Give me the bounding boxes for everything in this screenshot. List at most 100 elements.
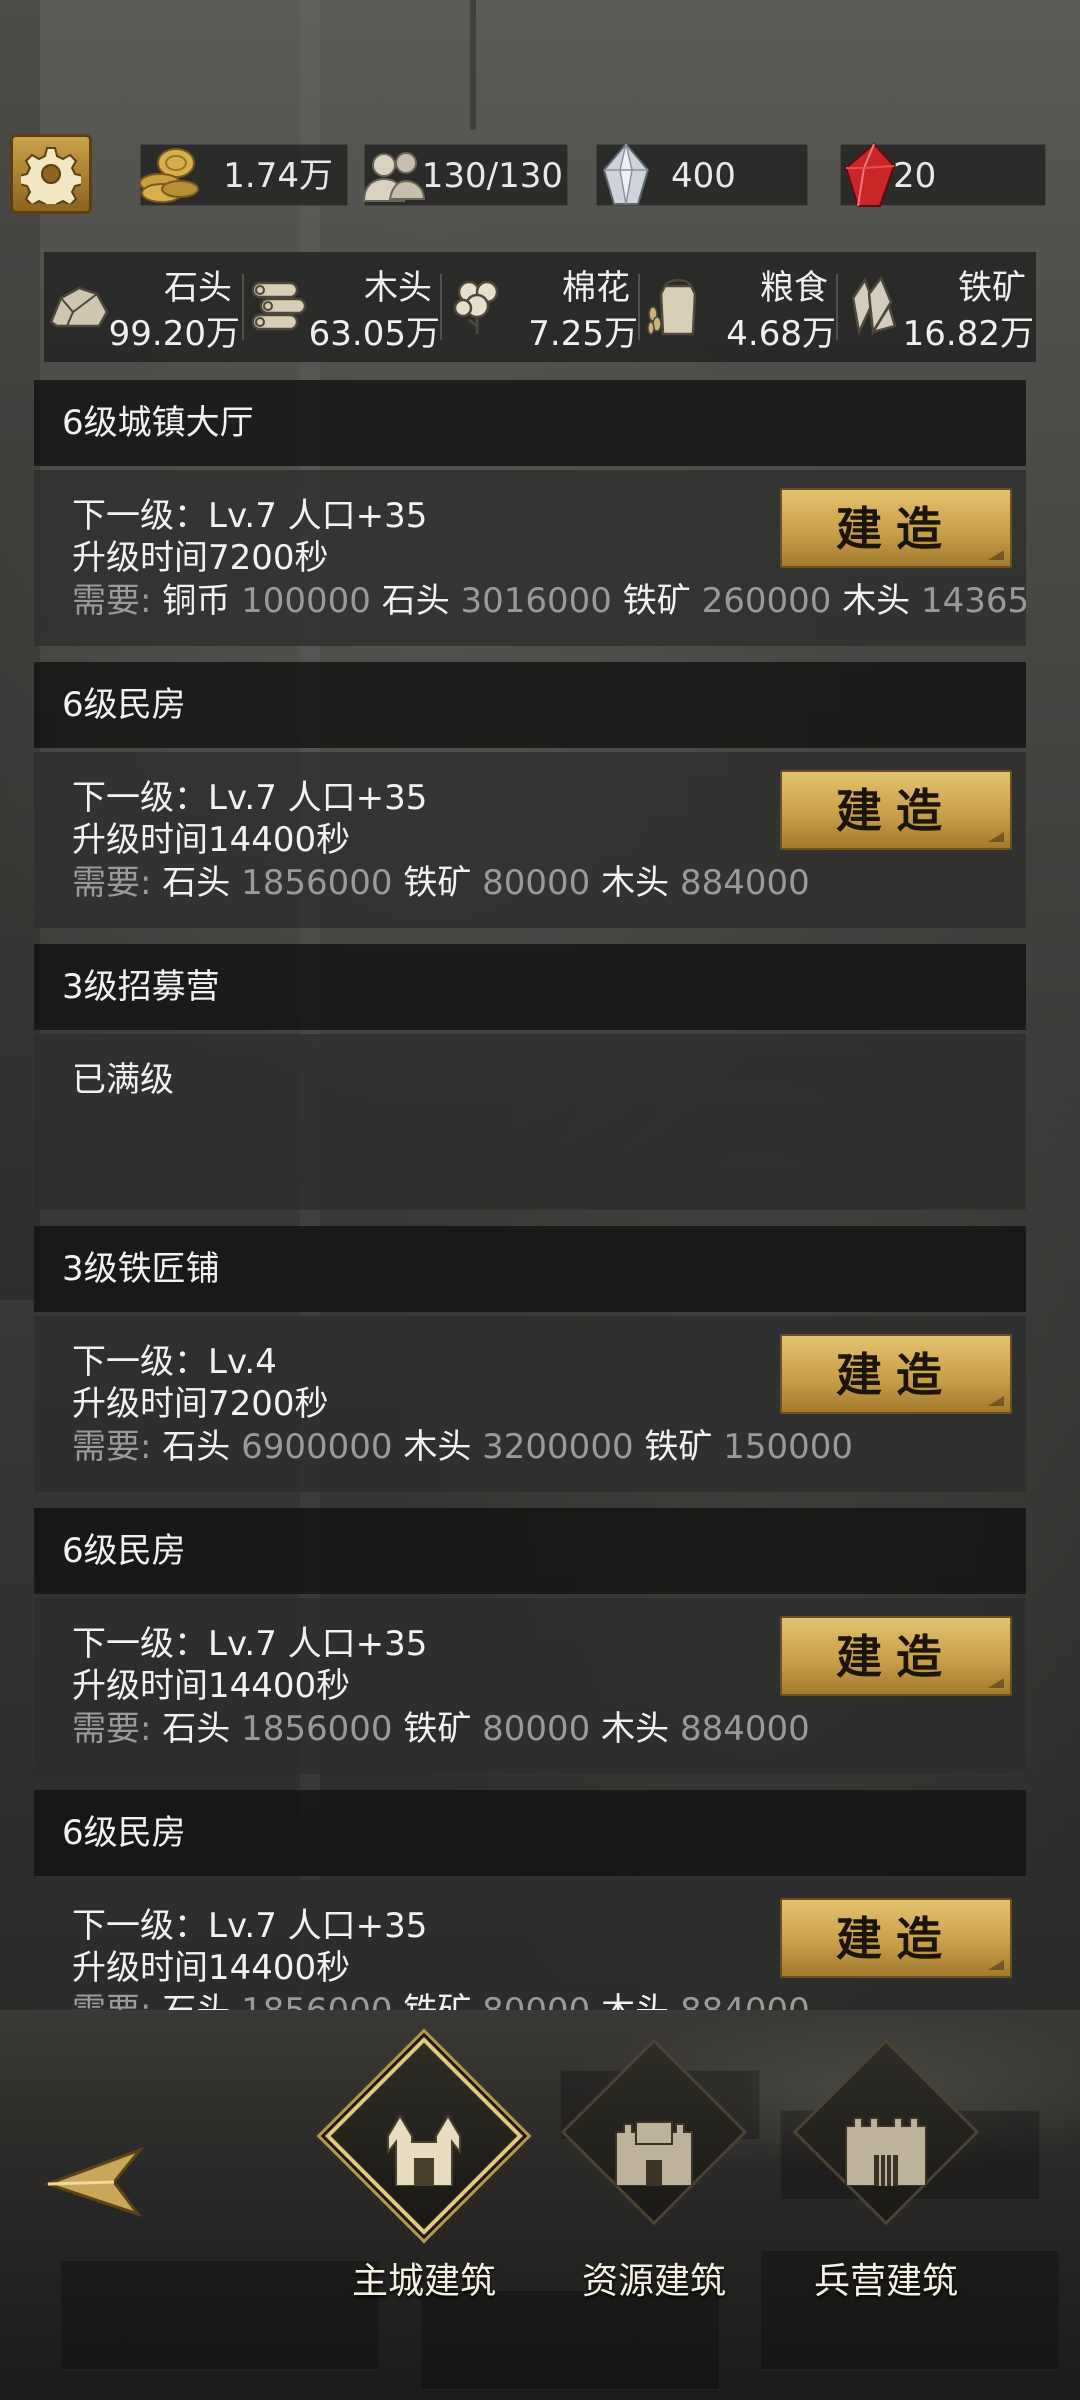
build-button[interactable]: 建造 <box>780 1616 1012 1696</box>
building-card: 6级城镇大厅 下一级：Lv.7 人口+35 升级时间7200秒 需要: 铜币 1… <box>34 380 1026 646</box>
requirements-label: 需要: <box>72 863 152 903</box>
resource-stone: 石头 99.20万 <box>44 252 240 362</box>
requirement-amount: 80000 <box>482 1709 591 1749</box>
resource-name: 粮食 <box>760 268 828 308</box>
back-arrow-icon <box>43 2146 145 2217</box>
building-list[interactable]: 6级城镇大厅 下一级：Lv.7 人口+35 升级时间7200秒 需要: 铜币 1… <box>34 380 1026 2010</box>
building-title: 6级民房 <box>34 662 1026 748</box>
building-details: 下一级：Lv.7 人口+35 升级时间14400秒 需要: 石头 1856000… <box>34 752 1026 928</box>
resource-cotton: 棉花 7.25万 <box>442 252 638 362</box>
requirements: 需要: 石头 6900000 木头 3200000 铁矿 150000 <box>72 1419 853 1468</box>
requirement-name: 铁矿 <box>403 863 472 903</box>
copper-coin-counter: 1.74万 <box>139 144 348 206</box>
gold-coins-icon <box>133 139 207 211</box>
requirement-name: 石头 <box>162 1709 231 1749</box>
tab-label: 兵营建筑 <box>813 2261 958 2302</box>
tab-barracks-buildings[interactable]: 兵营建筑 <box>786 2038 986 2316</box>
requirement-name: 木头 <box>403 1427 472 1467</box>
resource-name: 木头 <box>364 268 432 308</box>
requirement-amount: 260000 <box>701 581 832 621</box>
upgrade-time: 升级时间14400秒 <box>72 820 351 860</box>
requirement-amount: 1856000 <box>241 863 393 903</box>
resource-value: 99.20万 <box>108 314 240 354</box>
silver-counter: 400 <box>596 142 808 206</box>
requirement-amount: 884000 <box>679 1709 810 1749</box>
build-button[interactable]: 建造 <box>780 488 1012 568</box>
gem-value: 20 <box>893 156 937 196</box>
requirement-name: 铁矿 <box>622 581 691 621</box>
building-title: 3级招募营 <box>34 944 1026 1030</box>
build-button[interactable]: 建造 <box>780 1898 1012 1978</box>
tab-label: 资源建筑 <box>581 2261 726 2302</box>
requirement-name: 铁矿 <box>403 1709 472 1749</box>
building-card: 6级民房 下一级：Lv.7 人口+35 升级时间14400秒 需要: 石头 18… <box>34 1508 1026 1774</box>
build-button[interactable]: 建造 <box>780 770 1012 850</box>
bottom-navigation: 主城建筑 资源建筑 兵营建筑 <box>0 2010 1080 2400</box>
build-button[interactable]: 建造 <box>780 1334 1012 1414</box>
gear-icon <box>21 147 81 204</box>
silver-crystal-icon <box>589 139 663 211</box>
requirement-name: 木头 <box>601 863 670 903</box>
back-button[interactable] <box>43 2144 148 2220</box>
requirement-name: 木头 <box>601 1991 669 2010</box>
tab-main-city-buildings[interactable]: 主城建筑 <box>324 2037 524 2316</box>
tab-resource-buildings[interactable]: 资源建筑 <box>554 2038 754 2316</box>
requirement-amount: 3200000 <box>482 1427 634 1467</box>
requirement-name: 铁矿 <box>644 1427 713 1467</box>
requirement-name: 石头 <box>162 1991 230 2010</box>
building-card: 3级招募营 已满级 <box>34 944 1026 1210</box>
building-title: 6级城镇大厅 <box>34 380 1026 466</box>
settings-button[interactable] <box>10 134 92 214</box>
requirement-amount: 3016000 <box>460 581 612 621</box>
requirement-amount: 884000 <box>679 863 810 903</box>
population-icon <box>357 139 431 211</box>
requirement-name: 石头 <box>162 863 231 903</box>
castle-icon <box>387 2114 461 2186</box>
silver-value: 400 <box>671 156 736 196</box>
requirement-name: 铜币 <box>162 581 231 621</box>
requirement-amount: 100000 <box>241 581 371 621</box>
requirement-name: 木头 <box>842 581 911 621</box>
requirement-amount: 1856000 <box>241 1709 393 1749</box>
requirements-label: 需要: <box>72 1427 152 1467</box>
upgrade-time: 升级时间7200秒 <box>72 1384 329 1424</box>
upgrade-time: 升级时间7200秒 <box>72 538 329 578</box>
upgrade-time: 升级时间14400秒 <box>72 1948 351 1988</box>
resource-value: 63.05万 <box>308 314 440 354</box>
resource-name: 铁矿 <box>958 268 1026 308</box>
requirement-name: 铁矿 <box>403 1991 471 2010</box>
background-crack <box>470 0 476 130</box>
requirements: 需要: 铜币 100000 石头 3016000 铁矿 260000 木头 14… <box>72 573 1026 622</box>
building-card: 3级铁匠铺 下一级：Lv.4 升级时间7200秒 需要: 石头 6900000 … <box>34 1226 1026 1492</box>
requirement-amount: 1856000 <box>241 1991 392 2010</box>
requirements: 需要: 石头 1856000 铁矿 80000 木头 884000 <box>72 1701 810 1750</box>
resource-name: 棉花 <box>562 268 630 308</box>
resource-value: 4.68万 <box>726 314 836 354</box>
building-details: 下一级：Lv.4 升级时间7200秒 需要: 石头 6900000 木头 320… <box>34 1316 1026 1492</box>
requirements-label: 需要: <box>72 1991 151 2010</box>
requirement-amount: 150000 <box>723 1427 854 1467</box>
upgrade-time: 升级时间14400秒 <box>72 1666 351 1706</box>
requirements-label: 需要: <box>72 581 152 621</box>
gem-counter: 20 <box>840 142 1046 207</box>
resource-value: 16.82万 <box>902 314 1034 354</box>
building-card: 6级民房 下一级：Lv.7 人口+35 升级时间14400秒 需要: 石头 18… <box>34 662 1026 928</box>
building-details: 下一级：Lv.7 人口+35 升级时间14400秒 需要: 石头 1856000… <box>34 1598 1026 1774</box>
barracks-icon <box>845 2117 927 2186</box>
building-details: 下一级：Lv.7 人口+35 升级时间14400秒 需要: 石头 1856000… <box>34 1880 1026 2010</box>
population-value: 130/130 <box>421 156 563 196</box>
requirement-name: 木头 <box>601 1709 670 1749</box>
resource-wood: 木头 63.05万 <box>244 252 440 362</box>
tab-label: 主城建筑 <box>351 2261 496 2302</box>
requirement-amount: 6900000 <box>241 1427 393 1467</box>
resource-value: 7.25万 <box>528 314 638 354</box>
requirement-amount: 80000 <box>482 1991 590 2010</box>
resource-iron: 铁矿 16.82万 <box>838 252 1034 362</box>
resource-grain: 粮食 4.68万 <box>640 252 836 362</box>
requirement-amount: 80000 <box>482 863 591 903</box>
requirement-name: 石头 <box>162 1427 231 1467</box>
fortress-icon <box>615 2121 693 2186</box>
requirements: 需要: 石头 1856000 铁矿 80000 木头 884000 <box>72 1983 810 2010</box>
building-card: 6级民房 下一级：Lv.7 人口+35 升级时间14400秒 需要: 石头 18… <box>34 1790 1026 2010</box>
requirement-name: 石头 <box>381 581 450 621</box>
